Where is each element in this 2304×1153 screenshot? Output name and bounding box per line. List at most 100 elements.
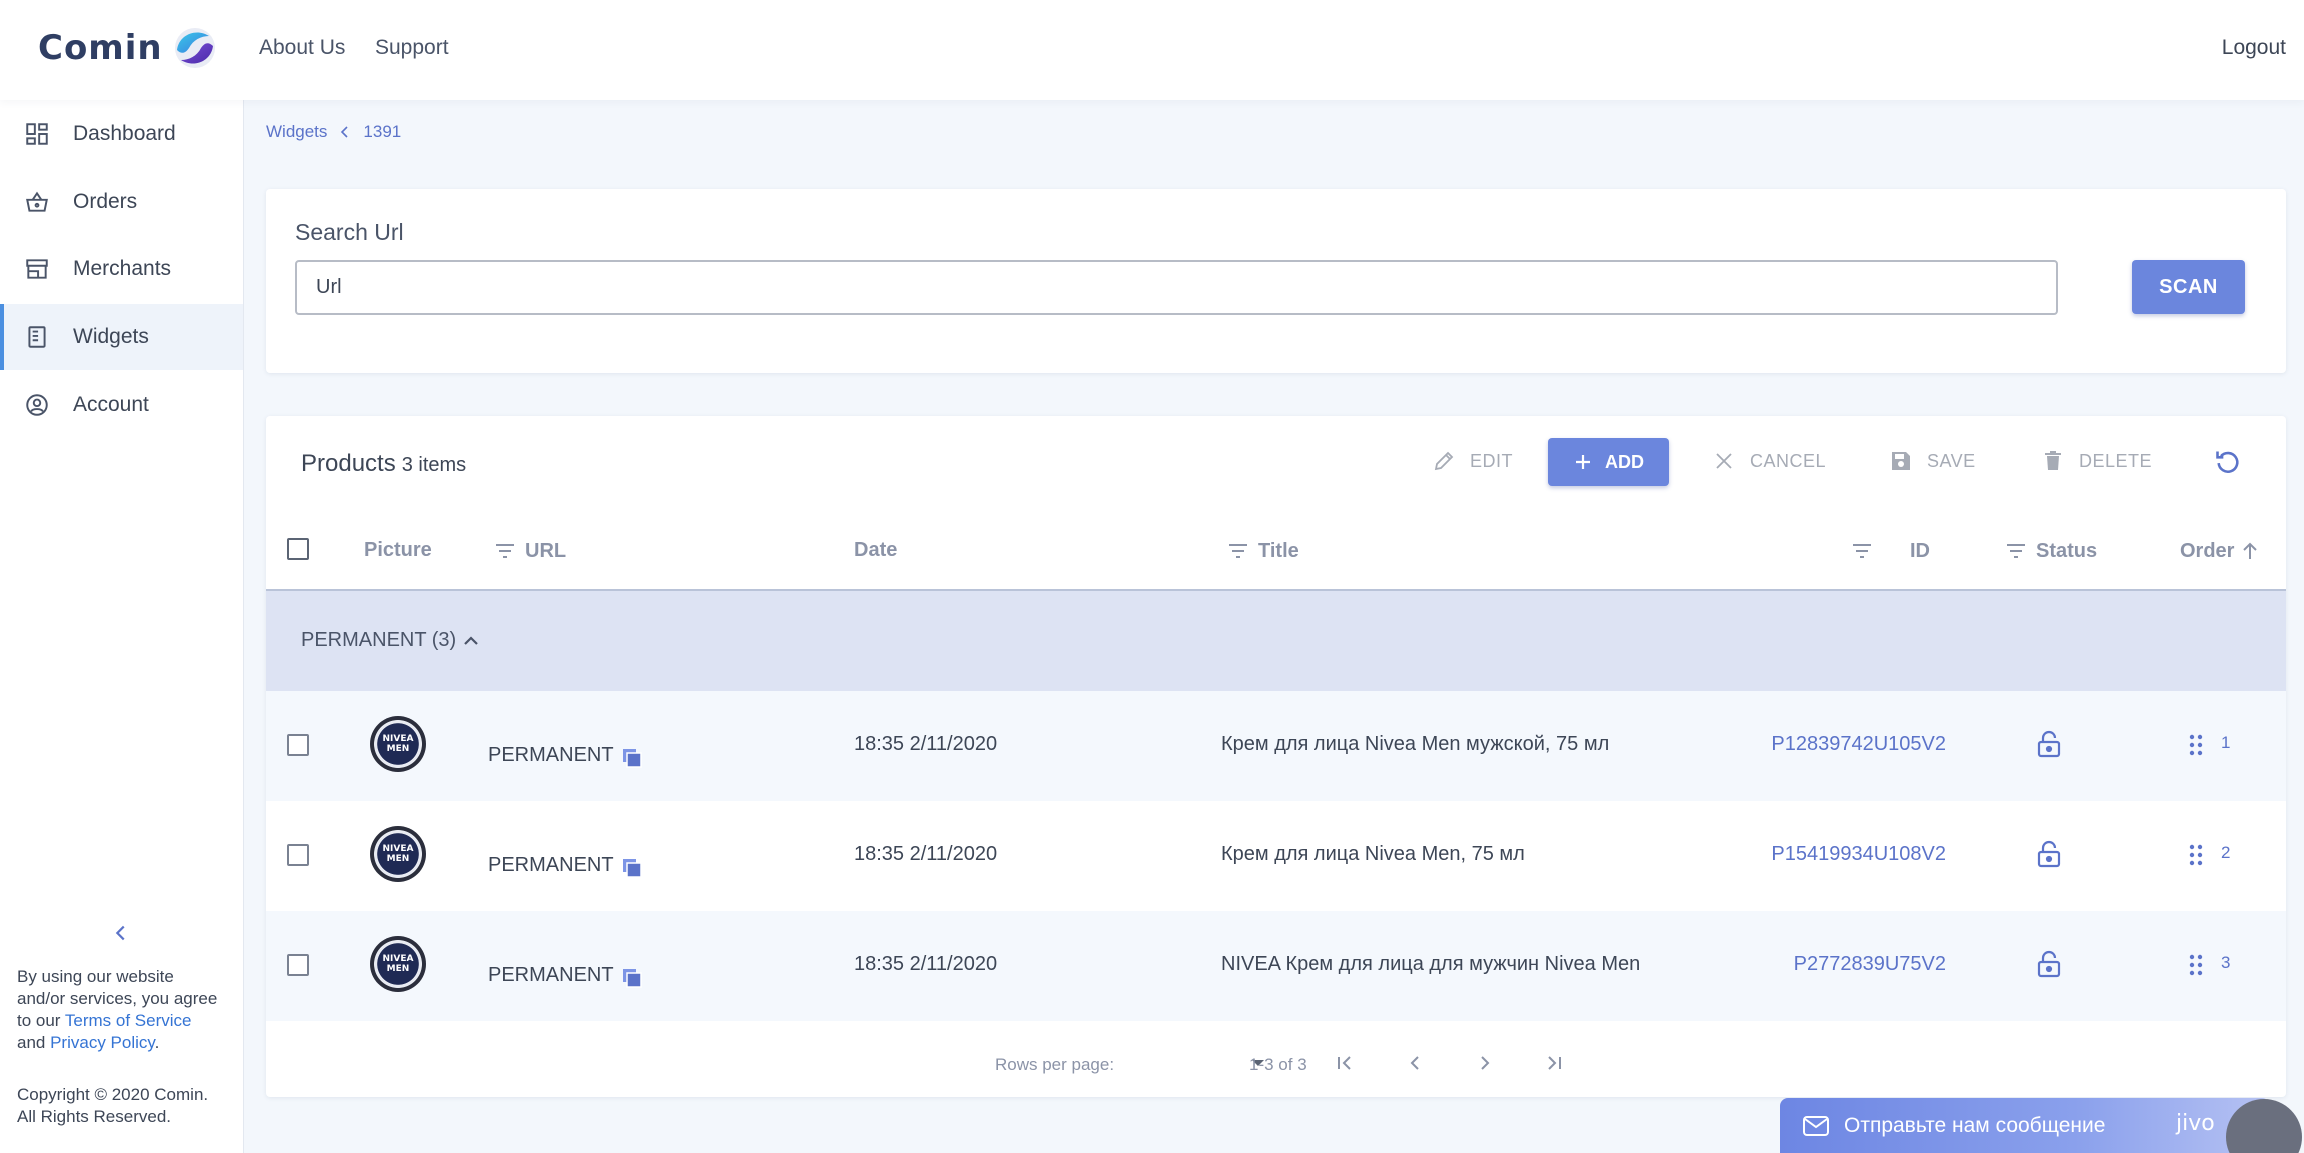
refresh-icon[interactable] — [2214, 448, 2242, 476]
products-title: Products 3 items — [301, 450, 467, 477]
last-page-icon[interactable] — [1542, 1051, 1566, 1075]
privacy-link[interactable]: Privacy Policy — [50, 1033, 155, 1052]
sidebar-item-label: Widgets — [73, 325, 149, 348]
filter-icon[interactable] — [1226, 539, 1250, 563]
product-thumbnail: NIVEA MEN — [370, 826, 426, 882]
rows-per-page-label: Rows per page: — [995, 1055, 1115, 1074]
product-thumbnail: NIVEA MEN — [370, 936, 426, 992]
logout-link[interactable]: Logout — [2222, 36, 2286, 60]
pencil-icon — [1434, 451, 1454, 471]
column-picture: Picture — [364, 539, 432, 561]
widget-icon — [28, 326, 46, 348]
page-range: 1-3 of 3 — [1249, 1055, 1307, 1074]
group-toggle[interactable]: PERMANENT (3) — [301, 629, 480, 652]
title-cell: Крем для лица Nivea Men, 75 мл — [1221, 843, 1525, 865]
breadcrumb-widgets[interactable]: Widgets — [266, 122, 327, 142]
next-page-icon[interactable] — [1473, 1051, 1497, 1075]
comin-logo[interactable]: Comin — [38, 26, 217, 70]
column-order[interactable]: Order — [2180, 539, 2262, 563]
column-date[interactable]: Date — [854, 539, 897, 562]
plus-icon — [1576, 455, 1590, 469]
top-header: Comin About Us Support Logout — [0, 0, 2304, 100]
row-checkbox[interactable] — [287, 844, 309, 866]
sidebar-item-widgets[interactable]: Widgets — [0, 304, 243, 370]
jivo-logo: jivo — [2176, 1111, 2215, 1136]
nav-about-us[interactable]: About Us — [259, 36, 345, 60]
date-cell: 18:35 2/11/2020 — [854, 733, 998, 755]
table-pagination: Rows per page: 1-3 of 3 — [266, 1031, 2286, 1097]
filter-icon[interactable] — [2004, 539, 2028, 563]
lock-open-icon[interactable] — [2036, 840, 2062, 868]
row-checkbox[interactable] — [287, 954, 309, 976]
logo-text: Comin — [38, 28, 163, 68]
order-number: 3 — [2221, 953, 2231, 972]
filter-icon[interactable] — [493, 539, 517, 563]
sidebar-item-label: Merchants — [73, 257, 172, 280]
sidebar-item-merchants[interactable]: Merchants — [0, 236, 243, 302]
filter-icon[interactable] — [1850, 539, 1874, 563]
account-icon — [26, 394, 48, 416]
sidebar: Dashboard Orders Merchants Widgets Accou… — [0, 100, 244, 1153]
product-thumbnail: NIVEA MEN — [370, 716, 426, 772]
group-row: PERMANENT (3) — [266, 591, 2286, 691]
copy-icon[interactable] — [621, 747, 643, 769]
dashboard-icon — [26, 123, 48, 145]
column-id[interactable]: ID — [1850, 539, 1930, 563]
url-cell: PERMANENT — [488, 741, 643, 769]
products-count: 3 items — [401, 454, 467, 476]
floppy-icon — [1892, 452, 1910, 470]
table-row[interactable]: NIVEA MEN PERMANENT 18:35 2/11/2020 Крем для… — [266, 691, 2286, 801]
lock-open-icon[interactable] — [2036, 730, 2062, 758]
table-row[interactable]: NIVEA MEN PERMANENT 18:35 2/11/2020 NIVEA Кр… — [266, 911, 2286, 1021]
nav-support[interactable]: Support — [375, 36, 449, 60]
first-page-icon[interactable] — [1333, 1051, 1357, 1075]
chevron-left-icon[interactable] — [110, 922, 132, 944]
chat-message: Отправьте нам сообщение — [1844, 1113, 2106, 1137]
terms-link[interactable]: Terms of Service — [65, 1011, 192, 1030]
column-title[interactable]: Title — [1226, 539, 1299, 563]
legal-notice: By using our website and/or services, yo… — [17, 967, 218, 1052]
id-link[interactable]: P15419934U108V2 — [1771, 843, 1946, 866]
drag-handle-icon[interactable] — [2188, 844, 2204, 866]
save-button[interactable]: SAVE — [1889, 438, 1976, 484]
copy-icon[interactable] — [621, 857, 643, 879]
drag-handle-icon[interactable] — [2188, 954, 2204, 976]
prev-page-icon[interactable] — [1403, 1051, 1427, 1075]
title-cell: Крем для лица Nivea Men мужской, 75 мл — [1221, 733, 1610, 755]
order-number: 2 — [2221, 843, 2231, 862]
arrow-up-icon — [2243, 542, 2258, 559]
url-cell: PERMANENT — [488, 851, 643, 879]
sidebar-item-label: Dashboard — [73, 122, 176, 145]
sidebar-item-dashboard[interactable]: Dashboard — [0, 101, 243, 167]
delete-button[interactable]: DELETE — [2041, 438, 2152, 484]
cancel-button[interactable]: CANCEL — [1712, 438, 1826, 484]
breadcrumb: Widgets 1391 — [266, 122, 401, 142]
sidebar-item-orders[interactable]: Orders — [0, 169, 243, 235]
close-icon — [1716, 453, 1732, 469]
store-icon — [26, 259, 48, 279]
chat-widget[interactable]: Отправьте нам сообщение jivo — [1780, 1098, 2302, 1153]
row-checkbox[interactable] — [287, 734, 309, 756]
chat-avatar — [2226, 1099, 2302, 1153]
sidebar-item-label: Account — [73, 393, 149, 416]
table-row[interactable]: NIVEA MEN PERMANENT 18:35 2/11/2020 Крем для… — [266, 801, 2286, 911]
column-url[interactable]: URL — [493, 539, 566, 563]
chevron-up-icon — [464, 635, 478, 645]
copy-icon[interactable] — [621, 967, 643, 989]
title-cell: NIVEA Крем для лица для мужчин Nivea Men — [1221, 953, 1641, 975]
sidebar-item-account[interactable]: Account — [0, 372, 243, 438]
edit-button[interactable]: EDIT — [1432, 438, 1513, 484]
url-input[interactable] — [295, 260, 2058, 315]
id-link[interactable]: P2772839U75V2 — [1794, 953, 1946, 976]
url-cell: PERMANENT — [488, 961, 643, 989]
scan-button[interactable]: SCAN — [2132, 260, 2245, 314]
drag-handle-icon[interactable] — [2188, 734, 2204, 756]
lock-open-icon[interactable] — [2036, 950, 2062, 978]
add-button[interactable]: ADD — [1548, 438, 1669, 486]
trash-icon — [2045, 451, 2061, 470]
date-cell: 18:35 2/11/2020 — [854, 843, 998, 865]
column-status[interactable]: Status — [2004, 539, 2097, 563]
sidebar-item-label: Orders — [73, 190, 138, 213]
select-all-checkbox[interactable] — [287, 538, 309, 560]
id-link[interactable]: P12839742U105V2 — [1771, 733, 1946, 756]
